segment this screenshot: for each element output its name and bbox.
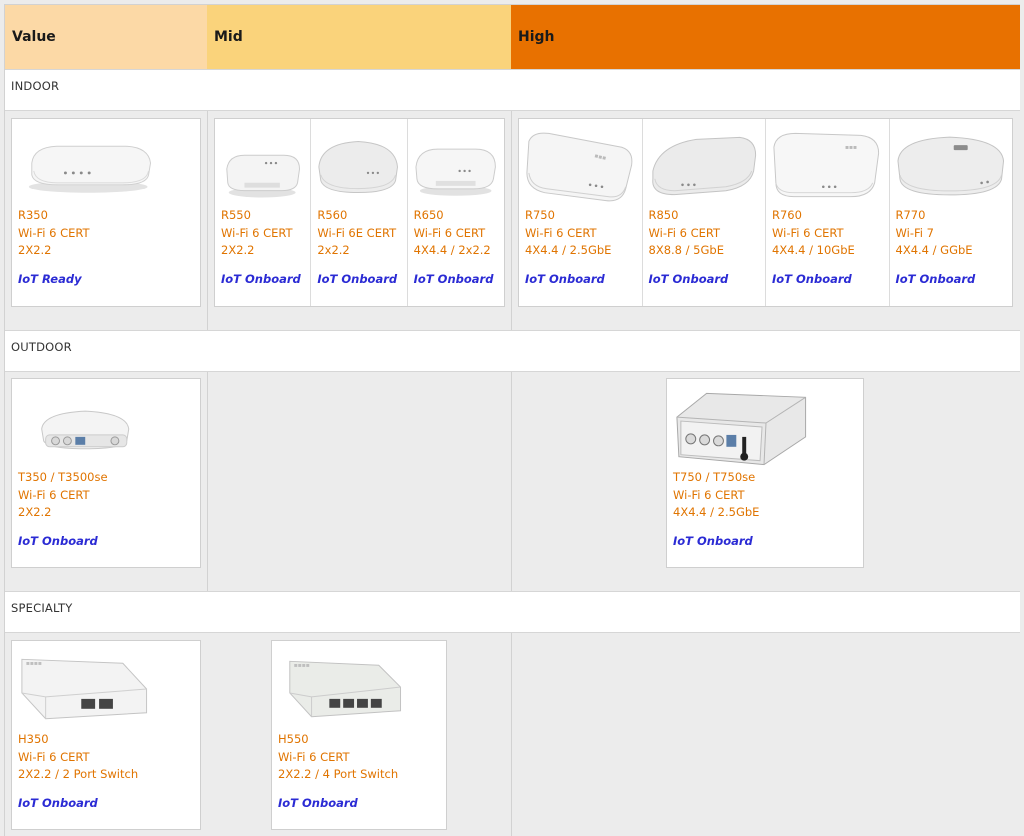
- product-spec: 8X8.8 / 5GbE: [648, 243, 724, 257]
- product-card-r850[interactable]: R850 Wi-Fi 6 CERT 8X8.8 / 5GbE IoT Onboa…: [643, 119, 766, 306]
- access-point-image: [667, 387, 863, 467]
- product-card-r350[interactable]: R350 Wi-Fi 6 CERT 2X2.2 IoT Ready: [11, 118, 201, 307]
- tier-header-mid: Mid: [207, 5, 511, 69]
- product-matrix: Value Mid High INDOOR OUTDOOR SPECIALTY …: [0, 0, 1024, 836]
- access-point-image: ▪▪▪: [519, 127, 642, 207]
- product-spec: 4X4.4 / GGbE: [895, 243, 973, 257]
- access-point-image: [12, 127, 200, 207]
- access-point-image: ▪▪▪▪: [12, 649, 200, 729]
- product-model: R350: [18, 208, 48, 222]
- product-model: H350: [18, 732, 49, 746]
- section-specialty: SPECIALTY: [5, 591, 1020, 633]
- access-point-image: [311, 127, 406, 207]
- product-spec: 2X2.2: [221, 243, 255, 257]
- product-card-h350[interactable]: ▪▪▪▪ H350 Wi-Fi 6 CERT 2X2.2 / 2 Port Sw…: [11, 640, 201, 830]
- product-group-high-indoor: ▪▪▪ R750 Wi-Fi 6 CERT 4X4.4 / 2.5GbE IoT…: [518, 118, 1013, 307]
- product-card-r750[interactable]: ▪▪▪ R750 Wi-Fi 6 CERT 4X4.4 / 2.5GbE IoT…: [519, 119, 643, 306]
- product-spec: 2X2.2 / 2 Port Switch: [18, 767, 139, 781]
- product-model: R650: [413, 208, 444, 222]
- product-card-t750[interactable]: T750 / T750se Wi-Fi 6 CERT 4X4.4 / 2.5Gb…: [666, 378, 864, 568]
- tier-header-value: Value: [5, 5, 207, 69]
- product-spec: 4X4.4 / 2.5GbE: [673, 505, 760, 519]
- product-spec: 4X4.4 / 2x2.2: [413, 243, 491, 257]
- product-model: H550: [278, 732, 309, 746]
- iot-status: IoT Onboard: [413, 272, 494, 286]
- iot-status: IoT Ready: [18, 272, 82, 286]
- product-card-r770[interactable]: R770 Wi-Fi 7 4X4.4 / GGbE IoT Onboard: [890, 119, 1013, 306]
- product-card-r760[interactable]: ▪▪▪ R760 Wi-Fi 6 CERT 4X4.4 / 10GbE IoT …: [766, 119, 890, 306]
- product-card-t350[interactable]: T350 / T3500se Wi-Fi 6 CERT 2X2.2 IoT On…: [11, 378, 201, 568]
- product-model: T750 / T750se: [673, 470, 756, 484]
- product-model: R550: [221, 208, 251, 222]
- product-standard: Wi-Fi 6 CERT: [673, 487, 745, 502]
- product-spec: 2x2.2: [317, 243, 350, 257]
- product-standard: Wi-Fi 6 CERT: [221, 225, 293, 240]
- iot-status: IoT Onboard: [18, 534, 98, 548]
- tier-header-high: High: [511, 5, 1020, 69]
- access-point-image: [643, 127, 766, 207]
- iot-status: IoT Onboard: [525, 272, 605, 286]
- product-spec: 4X4.4 / 2.5GbE: [525, 243, 612, 257]
- product-model: R770: [895, 208, 926, 222]
- product-model: R760: [772, 208, 802, 222]
- column-divider: [207, 371, 208, 591]
- product-spec: 2X2.2 / 4 Port Switch: [278, 767, 399, 781]
- product-card-r650[interactable]: R650 Wi-Fi 6 CERT 4X4.4 / 2x2.2 IoT Onbo…: [408, 119, 504, 306]
- product-spec: 2X2.2: [18, 505, 52, 519]
- product-standard: Wi-Fi 6 CERT: [278, 749, 350, 764]
- product-standard: Wi-Fi 6 CERT: [18, 225, 90, 240]
- product-group-mid-indoor: R550 Wi-Fi 6 CERT 2X2.2 IoT Onboard R560…: [214, 118, 505, 307]
- product-model: T350 / T3500se: [18, 470, 108, 484]
- iot-status: IoT Onboard: [673, 534, 753, 548]
- product-spec: 4X4.4 / 10GbE: [772, 243, 855, 257]
- iot-status: IoT Onboard: [278, 796, 358, 810]
- access-point-image: [12, 387, 200, 467]
- access-point-image: [890, 127, 1013, 207]
- product-card-r550[interactable]: R550 Wi-Fi 6 CERT 2X2.2 IoT Onboard: [215, 119, 312, 306]
- svg-text:▪▪▪▪: ▪▪▪▪: [294, 662, 310, 669]
- iot-status: IoT Onboard: [648, 272, 729, 286]
- product-standard: Wi-Fi 6E CERT: [317, 225, 397, 240]
- product-standard: Wi-Fi 6 CERT: [772, 225, 844, 240]
- product-model: R850: [648, 208, 679, 222]
- product-standard: Wi-Fi 7: [895, 225, 934, 240]
- access-point-image: ▪▪▪▪: [272, 649, 446, 729]
- column-divider: [207, 110, 208, 330]
- product-standard: Wi-Fi 6 CERT: [525, 225, 597, 240]
- section-indoor: INDOOR: [5, 69, 1020, 111]
- iot-status: IoT Onboard: [18, 796, 98, 810]
- product-standard: Wi-Fi 6 CERT: [648, 225, 721, 240]
- iot-status: IoT Onboard: [895, 272, 976, 286]
- product-spec: 2X2.2: [18, 243, 52, 257]
- access-point-image: [215, 127, 310, 207]
- product-model: R750: [525, 208, 555, 222]
- access-point-image: [408, 127, 504, 207]
- product-standard: Wi-Fi 6 CERT: [18, 749, 90, 764]
- product-card-r560[interactable]: R560 Wi-Fi 6E CERT 2x2.2 IoT Onboard: [311, 119, 408, 306]
- column-divider: [511, 632, 512, 836]
- column-divider: [511, 371, 512, 591]
- product-model: R560: [317, 208, 348, 222]
- product-card-h550[interactable]: ▪▪▪▪ H550 Wi-Fi 6 CERT 2X2.2 / 4 Port Sw…: [271, 640, 447, 830]
- section-outdoor: OUTDOOR: [5, 330, 1020, 372]
- column-divider: [511, 110, 512, 330]
- access-point-image: ▪▪▪: [766, 127, 889, 207]
- svg-text:▪▪▪▪: ▪▪▪▪: [26, 660, 42, 667]
- iot-status: IoT Onboard: [317, 272, 398, 286]
- iot-status: IoT Onboard: [772, 272, 852, 286]
- svg-text:▪▪▪: ▪▪▪: [845, 145, 857, 151]
- product-standard: Wi-Fi 6 CERT: [18, 487, 90, 502]
- product-standard: Wi-Fi 6 CERT: [413, 225, 486, 240]
- iot-status: IoT Onboard: [221, 272, 301, 286]
